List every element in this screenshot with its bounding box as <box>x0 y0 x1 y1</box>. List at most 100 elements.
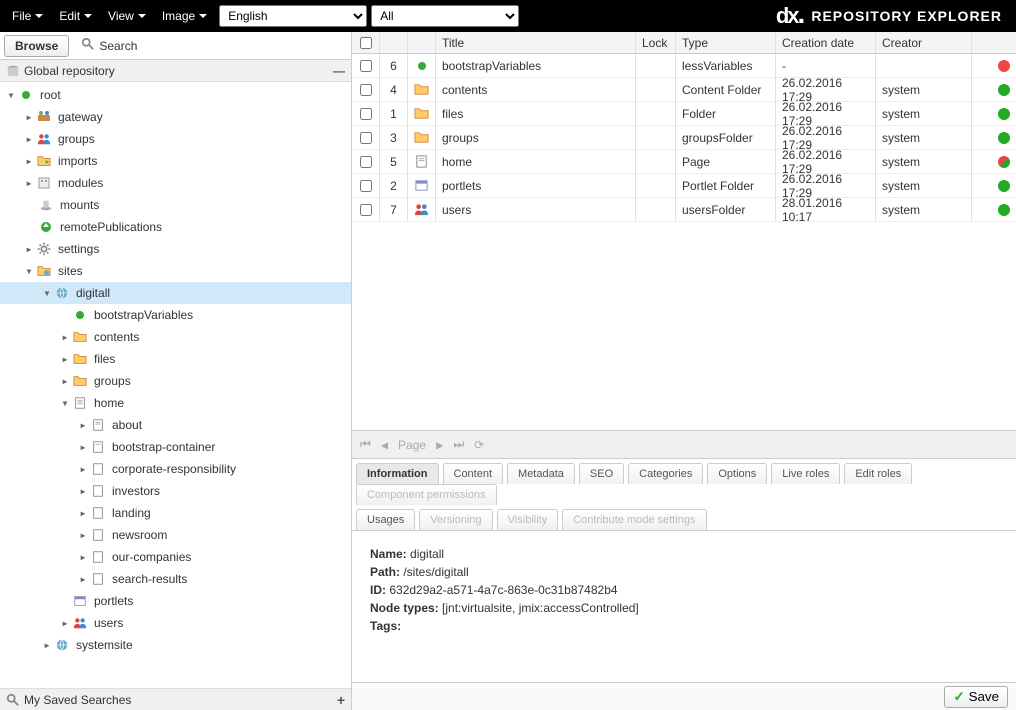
tree-node-landing[interactable]: ▸landing <box>0 502 351 524</box>
pager-prev-icon[interactable]: ◀ <box>381 438 388 452</box>
pager-last-icon[interactable]: ⏭ <box>453 437 464 452</box>
pager-next-icon[interactable]: ▶ <box>436 438 443 452</box>
row-checkbox[interactable] <box>360 132 372 144</box>
search-button[interactable]: Search <box>73 34 145 57</box>
tree-toggle[interactable]: ▸ <box>76 440 90 454</box>
tree-node-imports[interactable]: ▸imports <box>0 150 351 172</box>
tree-node-settings[interactable]: ▸settings <box>0 238 351 260</box>
tree-node-root[interactable]: ▾root <box>0 84 351 106</box>
tree-toggle[interactable]: ▸ <box>76 462 90 476</box>
tree-node-groups2[interactable]: ▸groups <box>0 370 351 392</box>
table-row[interactable]: 1filesFolder26.02.2016 17:29system <box>352 102 1016 126</box>
tree-node-our-companies[interactable]: ▸our-companies <box>0 546 351 568</box>
tree-node-files[interactable]: ▸files <box>0 348 351 370</box>
tab-information[interactable]: Information <box>356 463 439 484</box>
tree-node-newsroom[interactable]: ▸newsroom <box>0 524 351 546</box>
tree-node-contents[interactable]: ▸contents <box>0 326 351 348</box>
tree-toggle[interactable]: ▸ <box>22 110 36 124</box>
tab-seo[interactable]: SEO <box>579 463 624 484</box>
tab-live-roles[interactable]: Live roles <box>771 463 840 484</box>
tree-toggle[interactable]: ▸ <box>76 418 90 432</box>
tree-node-portlets[interactable]: portlets <box>0 590 351 612</box>
select-all-checkbox[interactable] <box>360 37 372 49</box>
tab-usages[interactable]: Usages <box>356 509 415 530</box>
tree-node-bootstrap-variables[interactable]: bootstrapVariables <box>0 304 351 326</box>
tree-toggle[interactable]: ▸ <box>58 374 72 388</box>
tree-toggle[interactable]: ▸ <box>76 506 90 520</box>
tree-toggle[interactable]: ▸ <box>40 638 54 652</box>
tree-node-gateway[interactable]: ▸gateway <box>0 106 351 128</box>
col-title[interactable]: Title <box>436 32 636 53</box>
tree-toggle[interactable]: ▸ <box>58 616 72 630</box>
tree-node-systemsite[interactable]: ▸systemsite <box>0 634 351 656</box>
tree-toggle[interactable]: ▸ <box>76 484 90 498</box>
table-row[interactable]: 6bootstrapVariableslessVariables- <box>352 54 1016 78</box>
pager-first-icon[interactable]: ⏮ <box>360 437 371 452</box>
tree-toggle[interactable]: ▸ <box>76 528 90 542</box>
tree-node-remote-publications[interactable]: remotePublications <box>0 216 351 238</box>
pager-refresh-icon[interactable]: ⟳ <box>474 438 484 452</box>
tree-toggle[interactable]: ▾ <box>58 396 72 410</box>
row-checkbox[interactable] <box>360 180 372 192</box>
tab-content[interactable]: Content <box>443 463 504 484</box>
tree-node-investors[interactable]: ▸investors <box>0 480 351 502</box>
row-creator: system <box>876 102 972 125</box>
tree-toggle[interactable]: ▸ <box>76 572 90 586</box>
row-checkbox[interactable] <box>360 156 372 168</box>
tree-toggle[interactable]: ▸ <box>22 242 36 256</box>
tree-toggle[interactable]: ▾ <box>22 264 36 278</box>
col-lock[interactable]: Lock <box>636 32 676 53</box>
menu-view[interactable]: View <box>100 5 154 27</box>
add-button[interactable]: + <box>337 692 345 708</box>
tree-toggle[interactable]: ▸ <box>58 330 72 344</box>
table-row[interactable]: 5homePage26.02.2016 17:29system <box>352 150 1016 174</box>
tab-options[interactable]: Options <box>707 463 767 484</box>
table-row[interactable]: 4contentsContent Folder26.02.2016 17:29s… <box>352 78 1016 102</box>
tree-toggle[interactable]: ▸ <box>22 176 36 190</box>
tree-node-corporate-responsibility[interactable]: ▸corporate-responsibility <box>0 458 351 480</box>
tab-metadata[interactable]: Metadata <box>507 463 575 484</box>
tree-node-modules[interactable]: ▸modules <box>0 172 351 194</box>
col-type[interactable]: Type <box>676 32 776 53</box>
workspace-select[interactable]: All <box>371 5 519 27</box>
row-checkbox[interactable] <box>360 84 372 96</box>
tree-node-home[interactable]: ▾home <box>0 392 351 414</box>
row-checkbox[interactable] <box>360 204 372 216</box>
tree-node-groups[interactable]: ▸groups <box>0 128 351 150</box>
col-creator[interactable]: Creator <box>876 32 972 53</box>
tree-toggle[interactable]: ▸ <box>22 132 36 146</box>
tab-categories[interactable]: Categories <box>628 463 703 484</box>
tree-node-users[interactable]: ▸users <box>0 612 351 634</box>
row-checkbox[interactable] <box>360 108 372 120</box>
save-button[interactable]: ✓Save <box>944 686 1008 708</box>
tree-node-search-results[interactable]: ▸search-results <box>0 568 351 590</box>
table-row[interactable]: 3groupsgroupsFolder26.02.2016 17:29syste… <box>352 126 1016 150</box>
tree-toggle[interactable]: ▸ <box>22 154 36 168</box>
tree-node-bootstrap-container[interactable]: ▸bootstrap-container <box>0 436 351 458</box>
tree-toggle[interactable]: ▾ <box>40 286 54 300</box>
collapse-button[interactable]: — <box>333 64 345 78</box>
row-title: files <box>436 102 636 125</box>
tree-node-about[interactable]: ▸about <box>0 414 351 436</box>
tab-edit-roles[interactable]: Edit roles <box>844 463 912 484</box>
tree-toggle[interactable]: ▸ <box>76 550 90 564</box>
tree-node-mounts[interactable]: mounts <box>0 194 351 216</box>
row-checkbox[interactable] <box>360 60 372 72</box>
menu-image[interactable]: Image <box>154 5 215 27</box>
menu-edit[interactable]: Edit <box>51 5 100 27</box>
tab-versioning: Versioning <box>419 509 492 530</box>
row-date: 26.02.2016 17:29 <box>776 102 876 125</box>
tree-toggle[interactable]: ▸ <box>58 352 72 366</box>
tree-toggle[interactable]: ▾ <box>4 88 18 102</box>
page-icon <box>90 527 106 543</box>
browse-button[interactable]: Browse <box>4 35 69 57</box>
mount-icon <box>38 197 54 213</box>
col-creation-date[interactable]: Creation date <box>776 32 876 53</box>
tree-node-sites[interactable]: ▾sites <box>0 260 351 282</box>
language-select[interactable]: English <box>219 5 367 27</box>
table-row[interactable]: 2portletsPortlet Folder26.02.2016 17:29s… <box>352 174 1016 198</box>
row-title: groups <box>436 126 636 149</box>
tree-node-digitall[interactable]: ▾digitall <box>0 282 351 304</box>
menu-file[interactable]: File <box>4 5 51 27</box>
table-row[interactable]: 7usersusersFolder28.01.2016 10:17system <box>352 198 1016 222</box>
